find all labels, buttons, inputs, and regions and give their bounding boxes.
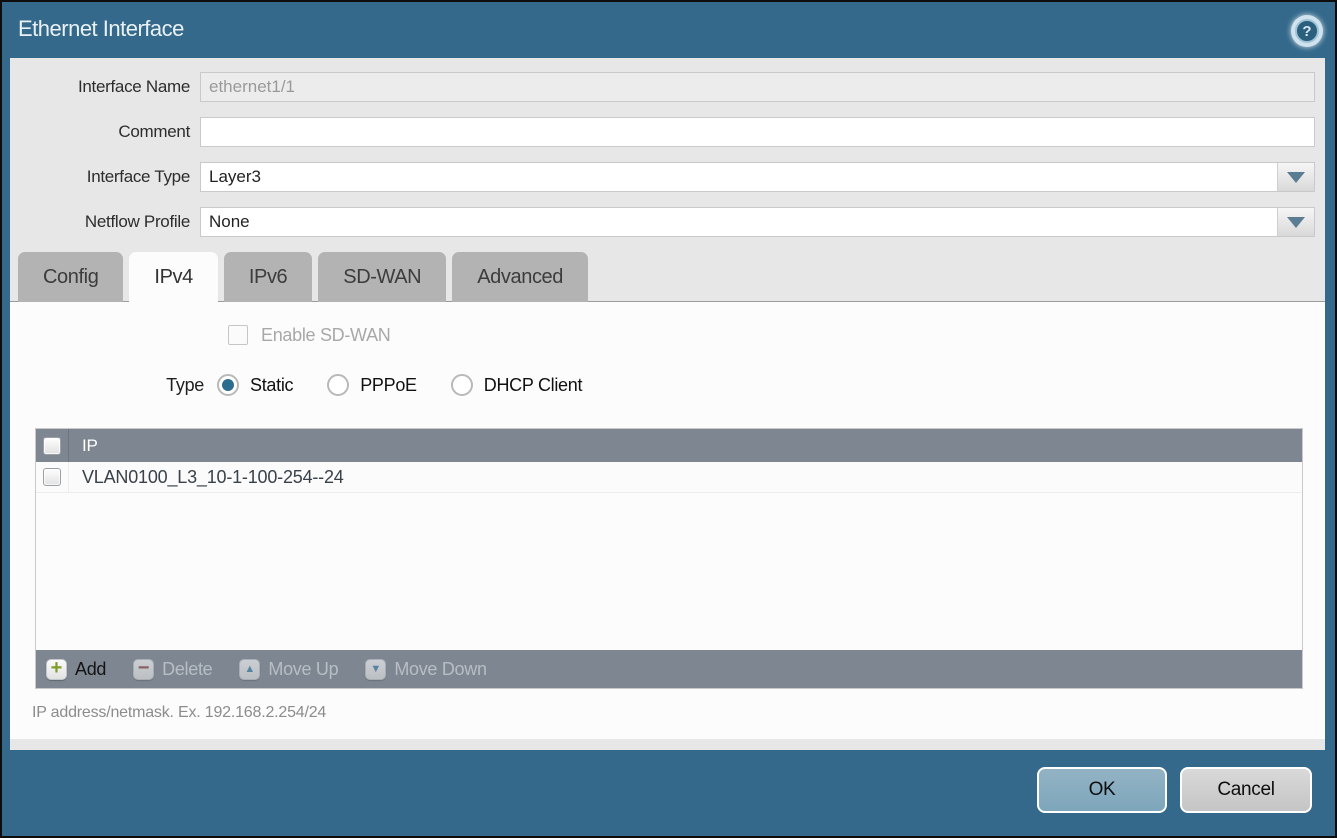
enable-sdwan-label: Enable SD-WAN [261,325,390,346]
interface-type-label: Interface Type [10,167,200,187]
table-empty-area [36,493,1302,650]
minus-icon: − [133,659,154,680]
comment-field-wrap [200,117,1315,147]
dialog-footer: OK Cancel [2,750,1335,836]
interface-type-dropdown-button[interactable] [1277,163,1314,191]
radio-button-icon [217,374,239,396]
comment-input[interactable] [201,118,1314,146]
radio-button-icon [327,374,349,396]
ip-cell: VLAN0100_L3_10-1-100-254--24 [69,467,344,488]
type-label: Type [10,375,204,396]
interface-name-row: Interface Name [10,72,1325,102]
delete-button-label: Delete [162,659,212,680]
titlebar: Ethernet Interface ? [2,2,1335,58]
tab-config[interactable]: Config [18,252,123,302]
tab-ipv6[interactable]: IPv6 [224,252,312,302]
radio-dhcp-client[interactable]: DHCP Client [451,374,582,396]
chevron-down-icon [1287,217,1305,228]
tab-ipv4[interactable]: IPv4 [129,252,217,302]
enable-sdwan-row: Enable SD-WAN [228,324,1325,346]
comment-label: Comment [10,122,200,142]
arrow-up-icon: ▲ [239,659,260,680]
table-toolbar: + Add − Delete ▲ Move Up [36,650,1302,688]
select-all-cell [36,429,69,462]
radio-pppoe-label: PPPoE [360,375,417,396]
ip-netmask-hint: IP address/netmask. Ex. 192.168.2.254/24 [32,704,1325,722]
enable-sdwan-checkbox [228,325,248,345]
dialog-title: Ethernet Interface [18,16,184,42]
interface-type-row: Interface Type [10,162,1325,192]
comment-row: Comment [10,117,1325,147]
radio-static[interactable]: Static [217,374,293,396]
netflow-profile-dropdown-button[interactable] [1277,208,1314,236]
add-button[interactable]: + Add [46,659,106,680]
select-all-checkbox[interactable] [43,437,61,455]
radio-static-label: Static [250,375,293,396]
ok-button[interactable]: OK [1037,767,1167,813]
add-button-label: Add [75,659,106,680]
help-icon: ? [1295,19,1319,43]
delete-button: − Delete [133,659,212,680]
interface-name-field-wrap [200,72,1315,102]
radio-button-icon [451,374,473,396]
netflow-profile-label: Netflow Profile [10,212,200,232]
interface-type-field-wrap [200,162,1315,192]
netflow-profile-row: Netflow Profile [10,207,1325,237]
move-down-button: ▼ Move Down [365,659,486,680]
row-checkbox[interactable] [43,468,61,486]
tab-advanced[interactable]: Advanced [452,252,588,302]
move-up-button: ▲ Move Up [239,659,338,680]
netflow-profile-input[interactable] [201,208,1277,236]
radio-dhcp-client-label: DHCP Client [484,375,582,396]
ip-table: IP VLAN0100_L3_10-1-100-254--24 + Add [35,428,1303,689]
tab-sdwan[interactable]: SD-WAN [318,252,446,302]
radio-pppoe[interactable]: PPPoE [327,374,417,396]
ip-table-header: IP [36,429,1302,462]
help-button[interactable]: ? [1291,15,1323,47]
interface-name-label: Interface Name [10,77,200,97]
arrow-down-icon: ▼ [365,659,386,680]
type-row: Type Static PPPoE DHCP Client [10,373,1325,397]
ip-column-header: IP [69,436,98,456]
ethernet-interface-dialog: Ethernet Interface ? Interface Name Comm… [0,0,1337,838]
chevron-down-icon [1287,172,1305,183]
tab-bar: Config IPv4 IPv6 SD-WAN Advanced [18,252,1325,302]
ipv4-tab-panel: Enable SD-WAN Type Static PPPoE DHCP Cli… [10,301,1325,739]
cancel-button[interactable]: Cancel [1180,767,1312,813]
row-checkbox-cell [36,462,69,492]
plus-icon: + [46,659,67,680]
move-up-button-label: Move Up [268,659,338,680]
interface-type-input[interactable] [201,163,1277,191]
interface-name-input [201,73,1314,101]
table-row[interactable]: VLAN0100_L3_10-1-100-254--24 [36,462,1302,493]
netflow-profile-field-wrap [200,207,1315,237]
move-down-button-label: Move Down [394,659,486,680]
dialog-body: Interface Name Comment Interface Type Ne… [10,58,1325,750]
